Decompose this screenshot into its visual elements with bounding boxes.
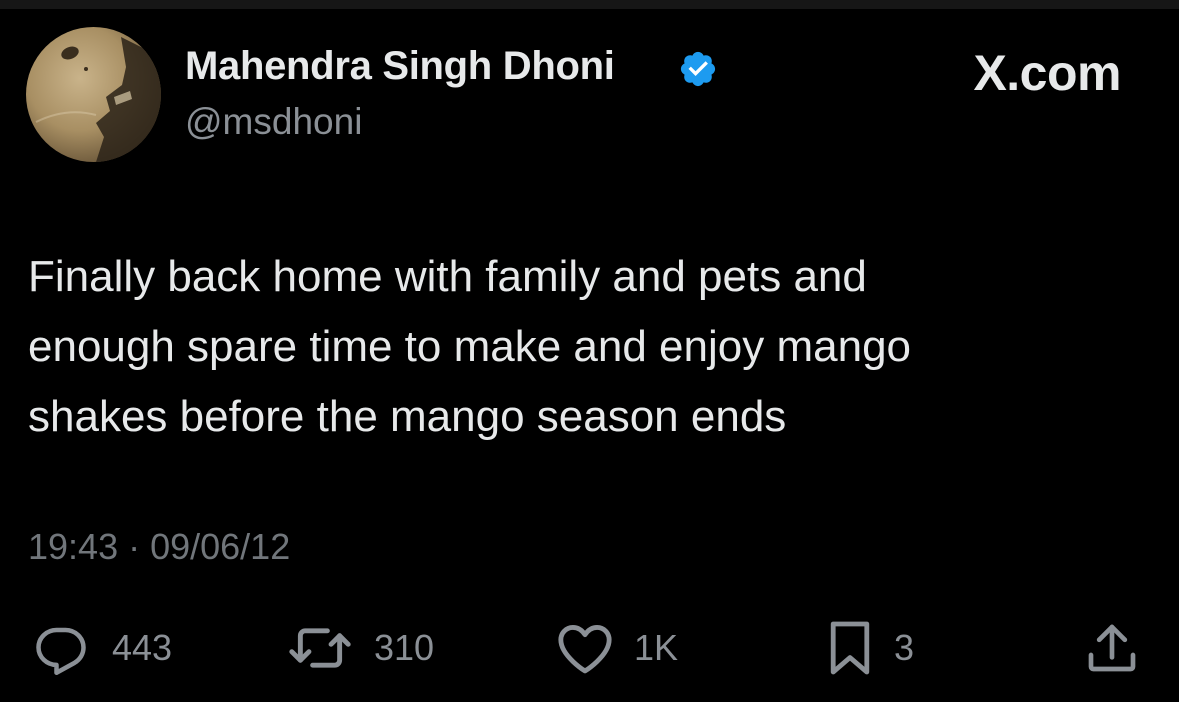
user-handle[interactable]: @msdhoni [185, 101, 362, 143]
action-bar: 443 310 1K 3 [0, 618, 1179, 678]
share-button[interactable] [1084, 618, 1140, 678]
tweet-timestamp[interactable]: 19:43 · 09/06/12 [28, 526, 290, 568]
avatar[interactable] [26, 27, 161, 162]
bookmark-count: 3 [894, 627, 915, 668]
reply-icon [36, 627, 86, 675]
share-icon [1088, 624, 1136, 672]
display-name[interactable]: Mahendra Singh Dhoni [185, 44, 615, 89]
repost-count: 310 [374, 627, 435, 668]
tweet-line: shakes before the mango season ends [28, 392, 787, 441]
tweet-line: Finally back home with family and pets a… [28, 252, 867, 301]
tweet-text: Finally back home with family and pets a… [28, 242, 1128, 452]
heart-icon [558, 625, 612, 674]
bookmark-button[interactable]: 3 [826, 618, 914, 678]
verified-badge-icon [680, 51, 716, 87]
repost-icon [289, 628, 351, 668]
bookmark-icon [830, 621, 870, 675]
top-bar [0, 0, 1179, 9]
avatar-photo [35, 37, 161, 162]
like-button[interactable]: 1K [556, 618, 678, 678]
repost-button[interactable]: 310 [286, 618, 434, 678]
like-count: 1K [634, 627, 679, 668]
tweet-line: enough spare time to make and enjoy mang… [28, 322, 912, 371]
brand-logo: X.com [973, 45, 1121, 101]
reply-count: 443 [112, 627, 173, 668]
reply-button[interactable]: 443 [30, 618, 172, 678]
